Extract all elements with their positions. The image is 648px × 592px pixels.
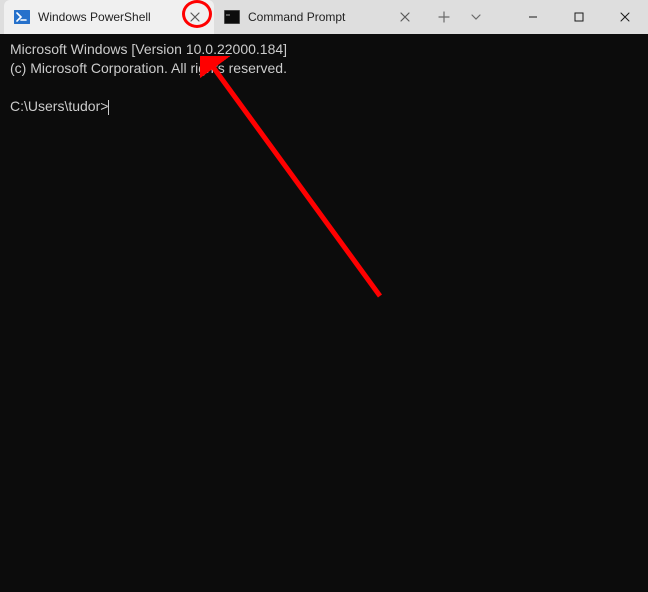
terminal-output: Microsoft Windows [Version 10.0.22000.18… — [10, 40, 287, 116]
terminal-window: Windows PowerShell Command Prompt — [0, 0, 648, 592]
close-icon — [620, 12, 630, 22]
tab-close-button[interactable] — [396, 8, 414, 26]
titlebar-drag-region[interactable] — [496, 0, 510, 34]
maximize-icon — [574, 12, 584, 22]
close-icon — [190, 12, 200, 22]
maximize-button[interactable] — [556, 0, 602, 34]
tab-close-button[interactable] — [186, 8, 204, 26]
cmd-icon — [224, 9, 240, 25]
minimize-icon — [528, 12, 538, 22]
tab-toolbar — [424, 0, 496, 34]
plus-icon — [438, 11, 450, 23]
tab-powershell[interactable]: Windows PowerShell — [4, 0, 214, 34]
terminal-line: Microsoft Windows [Version 10.0.22000.18… — [10, 41, 287, 57]
tab-label: Command Prompt — [248, 10, 388, 24]
tabs-container: Windows PowerShell Command Prompt — [0, 0, 424, 34]
powershell-icon — [14, 9, 30, 25]
chevron-down-icon — [470, 11, 482, 23]
tab-label: Windows PowerShell — [38, 10, 178, 24]
terminal-content-area[interactable]: Microsoft Windows [Version 10.0.22000.18… — [0, 34, 648, 592]
window-close-button[interactable] — [602, 0, 648, 34]
terminal-line: (c) Microsoft Corporation. All rights re… — [10, 60, 287, 76]
window-controls — [510, 0, 648, 34]
titlebar: Windows PowerShell Command Prompt — [0, 0, 648, 34]
tab-dropdown-button[interactable] — [462, 3, 490, 31]
terminal-cursor — [108, 100, 109, 115]
new-tab-button[interactable] — [430, 3, 458, 31]
tab-command-prompt[interactable]: Command Prompt — [214, 0, 424, 34]
close-icon — [400, 12, 410, 22]
minimize-button[interactable] — [510, 0, 556, 34]
terminal-prompt: C:\Users\tudor> — [10, 98, 108, 114]
